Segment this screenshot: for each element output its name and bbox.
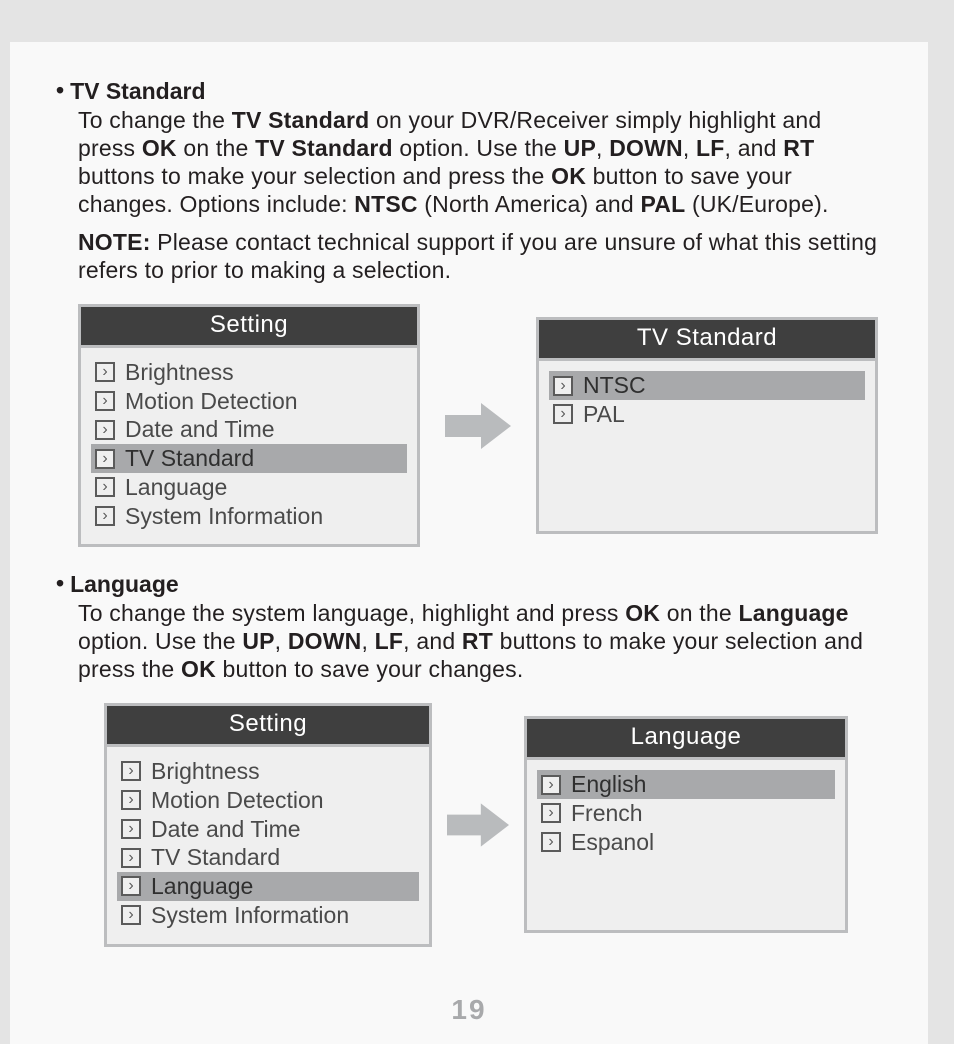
menu-item[interactable]: Language [117,872,419,901]
figure-row-1: Setting BrightnessMotion DetectionDate a… [78,304,878,548]
menu-header: Setting [81,307,417,348]
menu-item[interactable]: System Information [117,901,419,930]
section-title-tv-standard: TV Standard [70,78,205,106]
chevron-right-icon [121,848,141,868]
menu-item[interactable]: NTSC [549,371,865,400]
language-menu: Language EnglishFrenchEspanol [524,716,848,933]
menu-item-label: NTSC [583,371,646,400]
chevron-right-icon [121,761,141,781]
page-content: • TV Standard To change the TV Standard … [10,42,928,1044]
chevron-right-icon [541,775,561,795]
chevron-right-icon [553,404,573,424]
chevron-right-icon [95,506,115,526]
note-text: Please contact technical support if you … [78,229,877,283]
note-label: NOTE: [78,229,151,255]
menu-item[interactable]: Brightness [91,358,407,387]
arrow-right-icon [420,403,536,449]
menu-header: TV Standard [539,320,875,361]
menu-item-label: Date and Time [125,415,275,444]
menu-item-label: Date and Time [151,815,301,844]
menu-item[interactable]: Language [91,473,407,502]
setting-menu-1: Setting BrightnessMotion DetectionDate a… [78,304,420,548]
chevron-right-icon [121,876,141,896]
menu-item[interactable]: System Information [91,502,407,531]
menu-item[interactable]: Date and Time [91,415,407,444]
menu-item[interactable]: Brightness [117,757,419,786]
menu-item-label: Motion Detection [125,387,298,416]
figure-row-2: Setting BrightnessMotion DetectionDate a… [104,703,878,947]
menu-item-label: Motion Detection [151,786,324,815]
chevron-right-icon [541,832,561,852]
chevron-right-icon [553,376,573,396]
chevron-right-icon [121,905,141,925]
chevron-right-icon [95,477,115,497]
top-band [0,0,954,42]
menu-item[interactable]: French [537,799,835,828]
chevron-right-icon [95,420,115,440]
menu-item[interactable]: English [537,770,835,799]
menu-item-label: English [571,770,646,799]
arrow-right-icon [432,803,524,847]
menu-item[interactable]: PAL [549,400,865,429]
bullet: • [56,571,64,596]
menu-item-label: TV Standard [151,843,280,872]
menu-item[interactable]: Motion Detection [117,786,419,815]
menu-header: Language [527,719,845,760]
menu-item-label: French [571,799,643,828]
menu-item[interactable]: Date and Time [117,815,419,844]
chevron-right-icon [95,391,115,411]
tv-standard-menu: TV Standard NTSCPAL [536,317,878,534]
menu-item[interactable]: TV Standard [117,843,419,872]
menu-header: Setting [107,706,429,747]
menu-item-label: Language [125,473,227,502]
section2-paragraph: To change the system language, highlight… [78,599,878,683]
menu-item[interactable]: Espanol [537,828,835,857]
menu-item-label: System Information [125,502,323,531]
menu-item-label: PAL [583,400,625,429]
chevron-right-icon [95,362,115,382]
chevron-right-icon [121,790,141,810]
menu-item-label: Espanol [571,828,654,857]
chevron-right-icon [121,819,141,839]
section1-note: NOTE: Please contact technical support i… [78,228,878,284]
menu-item-label: Language [151,872,253,901]
menu-item[interactable]: TV Standard [91,444,407,473]
section-title-language: Language [70,571,179,599]
menu-item-label: Brightness [125,358,234,387]
chevron-right-icon [95,449,115,469]
page-number: 19 [10,994,928,1026]
chevron-right-icon [541,803,561,823]
menu-item-label: System Information [151,901,349,930]
section1-paragraph: To change the TV Standard on your DVR/Re… [78,106,878,218]
menu-item-label: TV Standard [125,444,254,473]
menu-item-label: Brightness [151,757,260,786]
setting-menu-2: Setting BrightnessMotion DetectionDate a… [104,703,432,947]
bullet: • [56,78,64,103]
menu-item[interactable]: Motion Detection [91,387,407,416]
